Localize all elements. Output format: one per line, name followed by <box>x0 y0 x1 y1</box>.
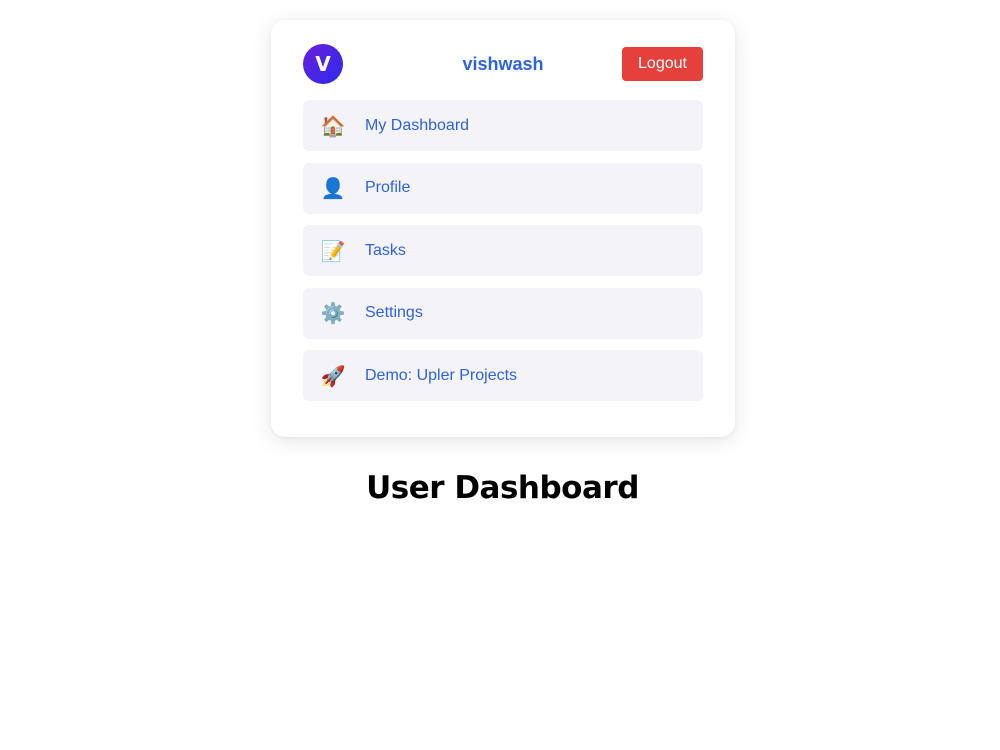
nav-item-label: Demo: Upler Projects <box>365 366 518 384</box>
nav-item-my-dashboard[interactable]: 🏠 My Dashboard <box>303 100 703 151</box>
nav-item-label: My Dashboard <box>365 116 470 134</box>
nav-item-label: Tasks <box>365 241 406 259</box>
page-title: User Dashboard <box>366 470 639 506</box>
nav-item-settings[interactable]: ⚙️ Settings <box>303 287 703 339</box>
nav-menu: 🏠 My Dashboard 👤 Profile 📝 Tasks ⚙️ Sett… <box>303 100 703 413</box>
memo-icon: 📝 <box>320 238 346 263</box>
nav-item-demo-upler-projects[interactable]: 🚀 Demo: Upler Projects <box>303 350 703 401</box>
logout-button[interactable]: Logout <box>622 47 703 81</box>
nav-item-label: Settings <box>365 304 423 321</box>
nav-item-tasks[interactable]: 📝 Tasks <box>303 225 703 276</box>
card-header: V vishwash Logout <box>303 20 703 100</box>
gear-icon: ⚙️ <box>320 301 346 325</box>
user-menu-card: V vishwash Logout 🏠 My Dashboard 👤 Profi… <box>271 20 735 437</box>
house-icon: 🏠 <box>320 113 346 138</box>
nav-item-label: Profile <box>365 179 411 196</box>
avatar[interactable]: V <box>303 44 343 84</box>
rocket-icon: 🚀 <box>320 363 346 388</box>
user-icon: 👤 <box>320 176 346 200</box>
nav-item-profile[interactable]: 👤 Profile <box>303 162 703 214</box>
page: V vishwash Logout 🏠 My Dashboard 👤 Profi… <box>0 0 1000 750</box>
